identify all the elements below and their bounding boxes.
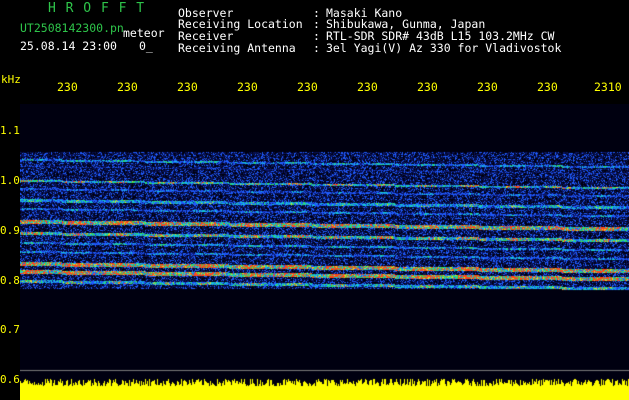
ytick-label: 0.8 [0,274,20,287]
spectrogram-waterfall [20,104,629,400]
y-axis-unit: kHz [1,73,21,86]
xtick-label: 230 [297,80,318,94]
antenna-colon: : [313,41,320,55]
ytick-label: 0.7 [0,323,20,336]
xtick-label: 230 [237,80,258,94]
xtick-label: 230 [477,80,498,94]
ytick-label: 0.6 [0,373,20,386]
xtick-label: 230 [357,80,378,94]
xtick-label: 230 [417,80,438,94]
meteor-label: meteor [123,26,165,40]
xtick-label: 230 [57,80,78,94]
ytick-label: 0.9 [0,224,20,237]
xtick-label: 2310 [594,80,622,94]
count-label: 0_ [139,39,153,53]
app-title: H R O F F T [48,1,146,16]
ytick-label: 1.0 [0,174,20,187]
antenna-label: Receiving Antenna [178,41,296,55]
filename-label: UT2508142300.pn [20,21,124,35]
xtick-label: 230 [117,80,138,94]
antenna-value: 3el Yagi(V) Az 330 for Vladivostok [326,41,562,55]
xtick-label: 230 [177,80,198,94]
xtick-label: 230 [537,80,558,94]
ytick-label: 1.1 [0,124,20,137]
datetime-label: 25.08.14 23:00 [20,39,117,53]
